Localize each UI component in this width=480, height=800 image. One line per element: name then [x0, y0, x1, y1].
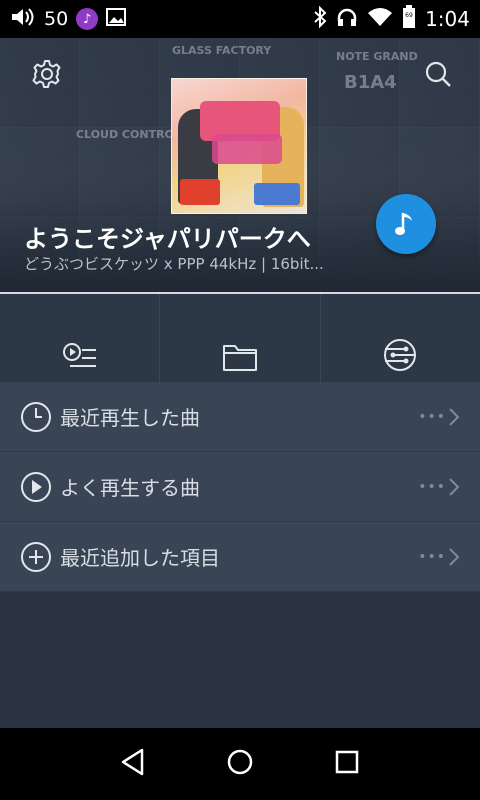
music-note-icon: [395, 213, 412, 235]
home-button[interactable]: [225, 747, 255, 781]
list-item-recently-added[interactable]: 最近追加した項目 •••: [0, 522, 480, 592]
play-queue-icon: [62, 343, 96, 367]
empty-area: [0, 592, 480, 728]
chevron-right-icon: [449, 407, 460, 426]
more-button[interactable]: •••: [418, 547, 460, 567]
list-item-most-played[interactable]: よく再生する曲 •••: [0, 452, 480, 522]
settings-button[interactable]: [25, 52, 69, 96]
battery-icon: 69: [402, 5, 416, 33]
library-list: 最近再生した曲 ••• よく再生する曲 ••• 最近追加した項目 •••: [0, 382, 480, 592]
song-subtitle[interactable]: どうぶつビスケッツ x PPP 44kHz | 16bit...: [24, 253, 324, 274]
headphones-icon: [336, 7, 358, 31]
album-cover[interactable]: [171, 78, 307, 214]
search-button[interactable]: [416, 52, 460, 96]
folder-icon: [222, 345, 257, 371]
list-item-label: 最近追加した項目: [60, 546, 220, 570]
back-button[interactable]: [118, 747, 148, 781]
list-item-label: 最近再生した曲: [60, 406, 200, 430]
tile-label: GLASS FACTORY: [172, 44, 272, 57]
svg-text:69: 69: [405, 12, 413, 19]
recents-icon: [335, 750, 358, 774]
more-button[interactable]: •••: [418, 477, 460, 497]
tile-label: CLOUD CONTROL: [76, 128, 181, 141]
more-button[interactable]: •••: [418, 407, 460, 427]
search-icon: [425, 61, 451, 87]
bluetooth-icon: [313, 5, 327, 32]
home-icon: [227, 749, 253, 775]
back-icon: [122, 748, 144, 776]
hub-icon: [384, 339, 417, 371]
now-playing-header: GLASS FACTORY CLOUD CONTROL NOTE GRAND B…: [0, 38, 480, 292]
gear-icon: [32, 60, 61, 88]
image-icon: [106, 8, 127, 30]
navigation-bar: [0, 728, 480, 800]
list-item-label: よく再生する曲: [60, 476, 200, 500]
tab-play-queue[interactable]: [0, 294, 161, 382]
chevron-right-icon: [449, 477, 460, 496]
song-title[interactable]: ようこそジャパリパークへ: [24, 219, 311, 254]
clock-time: 1:04: [425, 7, 470, 31]
tile-label: B1A4: [344, 72, 397, 93]
status-bar: 50 ♪ 69 1:04: [0, 0, 480, 38]
chevron-right-icon: [449, 547, 460, 566]
recents-button[interactable]: [332, 747, 362, 781]
clock-icon: [21, 401, 51, 432]
add-circle-icon: [21, 541, 51, 572]
wifi-icon: [367, 7, 393, 31]
volume-level: 50: [44, 8, 69, 30]
tile-label: NOTE GRAND: [336, 50, 418, 63]
library-tabs: [0, 294, 480, 382]
play-circle-icon: [21, 471, 51, 502]
volume-icon: [10, 6, 36, 32]
tab-hub[interactable]: [321, 294, 480, 382]
now-playing-button[interactable]: [376, 194, 436, 254]
list-item-recently-played[interactable]: 最近再生した曲 •••: [0, 382, 480, 452]
music-note-icon: ♪: [76, 8, 99, 30]
tab-folders[interactable]: [160, 294, 321, 382]
